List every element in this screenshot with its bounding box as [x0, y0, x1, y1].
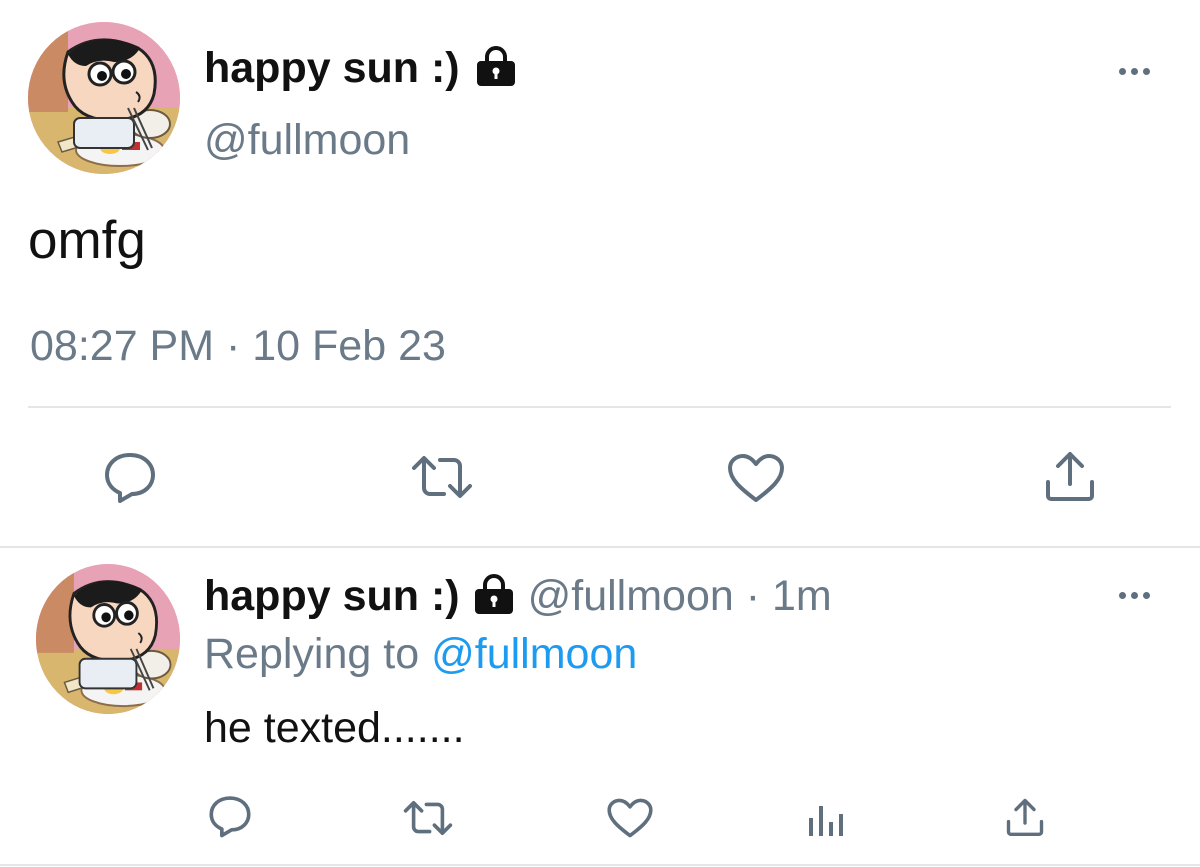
bottom-divider — [0, 864, 1200, 866]
like-icon[interactable] — [606, 797, 654, 839]
replying-to-label: Replying to — [204, 630, 420, 678]
replying-to-handle-link[interactable]: @fullmoon — [431, 630, 637, 678]
lock-icon — [472, 573, 516, 620]
main-avatar[interactable] — [28, 22, 180, 174]
reply-tweet-text: he texted....... — [204, 704, 465, 752]
section-divider — [0, 546, 1200, 548]
main-handle[interactable]: @fullmoon — [204, 116, 410, 165]
cartoon-avatar-image — [36, 564, 180, 714]
share-icon[interactable] — [1004, 796, 1046, 838]
like-icon[interactable] — [726, 452, 786, 504]
share-icon[interactable] — [1042, 448, 1098, 504]
reply-more-options-icon[interactable] — [1119, 592, 1150, 599]
reply-icon[interactable] — [102, 450, 158, 504]
retweet-icon[interactable] — [400, 798, 456, 838]
retweet-icon[interactable] — [408, 452, 476, 502]
reply-icon[interactable] — [207, 794, 253, 838]
main-timestamp[interactable]: 08:27 PM · 10 Feb 23 — [30, 322, 446, 371]
main-divider — [28, 406, 1171, 408]
main-tweet-text: omfg — [28, 211, 146, 270]
analytics-icon[interactable] — [806, 802, 846, 838]
reply-avatar[interactable] — [36, 564, 180, 714]
lock-icon — [474, 45, 518, 92]
reply-display-name[interactable]: happy sun :) — [204, 572, 460, 621]
reply-handle-time[interactable]: @fullmoon · 1m — [528, 572, 832, 621]
replying-to-line: Replying to @fullmoon — [204, 630, 637, 679]
main-more-options-icon[interactable] — [1119, 68, 1150, 75]
main-display-name[interactable]: happy sun :) — [204, 44, 460, 93]
cartoon-avatar-image — [28, 22, 180, 174]
